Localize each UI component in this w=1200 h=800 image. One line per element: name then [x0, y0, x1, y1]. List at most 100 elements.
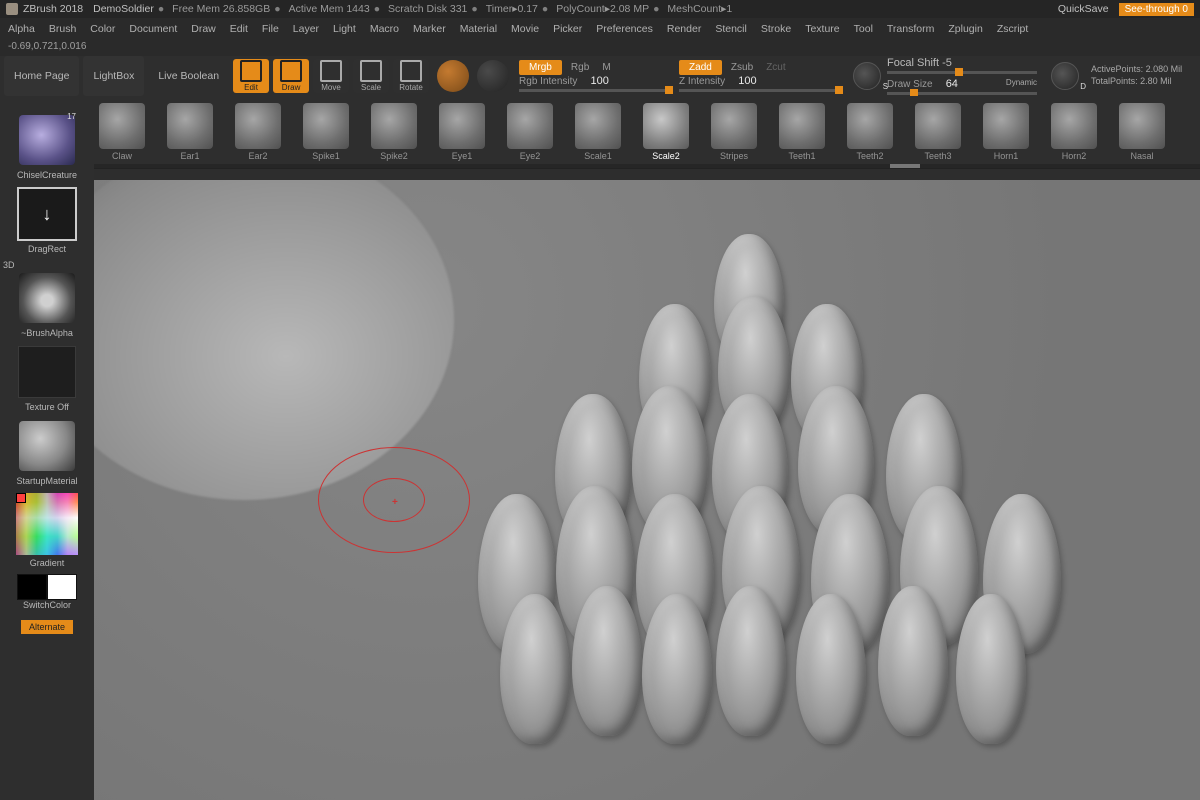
- color-picker[interactable]: [16, 492, 78, 556]
- menu-picker[interactable]: Picker: [553, 23, 582, 35]
- menu-zscript[interactable]: Zscript: [997, 23, 1029, 35]
- menu-transform[interactable]: Transform: [887, 23, 934, 35]
- brush-thumb-icon: [439, 103, 485, 149]
- mrgb-button[interactable]: Mrgb: [519, 60, 562, 75]
- menu-edit[interactable]: Edit: [230, 23, 248, 35]
- switchcolor-button[interactable]: SwitchColor: [0, 600, 94, 610]
- brush-scrollbar-thumb[interactable]: [890, 164, 920, 168]
- menu-material[interactable]: Material: [460, 23, 497, 35]
- rgb-button[interactable]: Rgb: [571, 62, 589, 73]
- brush-item-ear2[interactable]: Ear2: [230, 103, 286, 161]
- menu-tool[interactable]: Tool: [854, 23, 873, 35]
- menu-marker[interactable]: Marker: [413, 23, 446, 35]
- live-boolean-button[interactable]: Live Boolean: [148, 56, 229, 96]
- menu-macro[interactable]: Macro: [370, 23, 399, 35]
- texture-slot[interactable]: [16, 344, 78, 400]
- alpha-slot[interactable]: [16, 270, 78, 326]
- menu-alpha[interactable]: Alpha: [8, 23, 35, 35]
- brush-item-teeth2[interactable]: Teeth2: [842, 103, 898, 161]
- menu-zplugin[interactable]: Zplugin: [948, 23, 982, 35]
- brush-item-spike2[interactable]: Spike2: [366, 103, 422, 161]
- brush-item-label: Scale1: [570, 151, 626, 161]
- brush-scrollbar[interactable]: [94, 164, 1200, 168]
- swatch-primary[interactable]: [47, 574, 77, 600]
- brush-item-label: Stripes: [706, 151, 762, 161]
- z-intensity-slider[interactable]: [679, 89, 839, 92]
- brush-item-claw[interactable]: Claw: [94, 103, 150, 161]
- brush-item-label: Nasal: [1114, 151, 1170, 161]
- material-slot[interactable]: [16, 418, 78, 474]
- brush-item-scale2[interactable]: Scale2: [638, 103, 694, 161]
- menu-file[interactable]: File: [262, 23, 279, 35]
- brush-item-nasal[interactable]: Nasal: [1114, 103, 1170, 161]
- scale-bump: [642, 594, 712, 744]
- brush-item-eye2[interactable]: Eye2: [502, 103, 558, 161]
- menu-movie[interactable]: Movie: [511, 23, 539, 35]
- stroke-slot[interactable]: ↓: [16, 186, 78, 242]
- menu-brush[interactable]: Brush: [49, 23, 76, 35]
- brush-item-teeth1[interactable]: Teeth1: [774, 103, 830, 161]
- scale-icon: [360, 60, 382, 82]
- brush-item-stripes[interactable]: Stripes: [706, 103, 762, 161]
- brush-item-label: Claw: [94, 151, 150, 161]
- brush-item-ear1[interactable]: Ear1: [162, 103, 218, 161]
- gradient-label[interactable]: Gradient: [0, 558, 94, 568]
- brush-thumb-icon: [643, 103, 689, 149]
- brush-slot[interactable]: 17: [16, 112, 78, 168]
- brush-item-scale1[interactable]: Scale1: [570, 103, 626, 161]
- brush-thumb-icon: [303, 103, 349, 149]
- dynamic-toggle[interactable]: Dynamic: [1006, 78, 1037, 87]
- brush-item-horn2[interactable]: Horn2: [1046, 103, 1102, 161]
- rotate-icon: [400, 60, 422, 82]
- menu-light[interactable]: Light: [333, 23, 356, 35]
- menu-texture[interactable]: Texture: [805, 23, 839, 35]
- brush-item-teeth3[interactable]: Teeth3: [910, 103, 966, 161]
- menu-render[interactable]: Render: [667, 23, 701, 35]
- menu-document[interactable]: Document: [129, 23, 177, 35]
- scale-bump: [716, 586, 786, 736]
- menu-preferences[interactable]: Preferences: [596, 23, 653, 35]
- edit-mode-button[interactable]: Edit: [233, 59, 269, 93]
- brush-preview-icon[interactable]: [437, 60, 469, 92]
- swatch-row: [16, 574, 78, 600]
- scale-mode-button[interactable]: Scale: [353, 59, 389, 93]
- rotate-mode-button[interactable]: Rotate: [393, 59, 429, 93]
- brush-item-eye1[interactable]: Eye1: [434, 103, 490, 161]
- alternate-button[interactable]: Alternate: [21, 620, 73, 634]
- top-toolbar: Home Page LightBox Live Boolean Edit Dra…: [0, 56, 1200, 96]
- menu-draw[interactable]: Draw: [191, 23, 216, 35]
- brush-item-spike1[interactable]: Spike1: [298, 103, 354, 161]
- draw-size-slider[interactable]: [887, 92, 1037, 95]
- m-button[interactable]: M: [602, 62, 610, 73]
- brush-item-label: Ear1: [162, 151, 218, 161]
- d-dial[interactable]: D: [1051, 62, 1079, 90]
- zadd-button[interactable]: Zadd: [679, 60, 722, 75]
- app-name: ZBrush 2018: [23, 3, 83, 15]
- move-mode-button[interactable]: Move: [313, 59, 349, 93]
- brush-item-label: Scale2: [638, 151, 694, 161]
- viewport[interactable]: +: [94, 180, 1200, 800]
- draw-icon: [280, 60, 302, 82]
- chisel-creature-icon: [19, 115, 75, 165]
- home-page-button[interactable]: Home Page: [4, 56, 79, 96]
- swatch-secondary[interactable]: [17, 574, 47, 600]
- menu-color[interactable]: Color: [90, 23, 115, 35]
- zsub-button[interactable]: Zsub: [731, 62, 753, 73]
- focal-shift-slider[interactable]: [887, 71, 1037, 74]
- rgb-intensity-slider[interactable]: [519, 89, 669, 92]
- quicksave-button[interactable]: QuickSave: [1058, 3, 1109, 15]
- menu-layer[interactable]: Layer: [293, 23, 319, 35]
- zcut-button[interactable]: Zcut: [766, 62, 785, 73]
- see-through-slider[interactable]: See-through 0: [1119, 3, 1194, 16]
- brush-item-horn1[interactable]: Horn1: [978, 103, 1034, 161]
- alpha-preview-icon[interactable]: [477, 60, 509, 92]
- draw-mode-button[interactable]: Draw: [273, 59, 309, 93]
- brush-cursor-cross-icon: +: [392, 497, 398, 508]
- lightbox-button[interactable]: LightBox: [83, 56, 144, 96]
- scratch-disk: Scratch Disk 331: [388, 3, 467, 15]
- menu-stencil[interactable]: Stencil: [715, 23, 747, 35]
- menu-stroke[interactable]: Stroke: [761, 23, 791, 35]
- timer: Timer▸0.17: [486, 3, 538, 15]
- brush-thumb-icon: [1051, 103, 1097, 149]
- s-dial[interactable]: S: [853, 62, 881, 90]
